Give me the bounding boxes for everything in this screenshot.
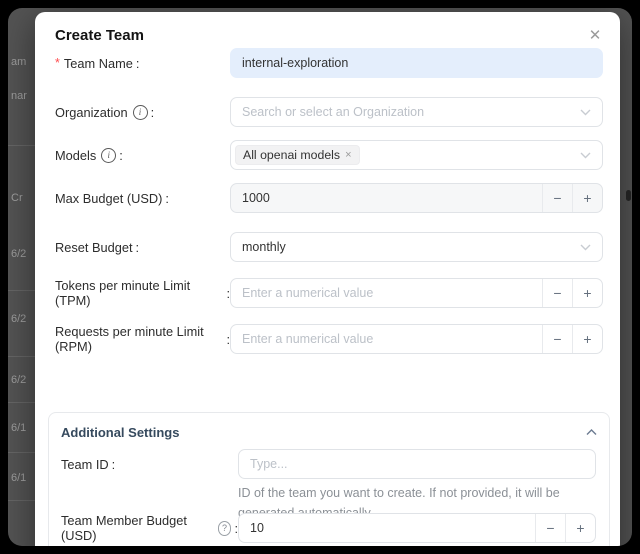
- additional-settings-title: Additional Settings: [61, 425, 586, 440]
- tpm-input[interactable]: [231, 279, 542, 307]
- screenshot-stage: am nar Cr 6/2 6/2 6/2 6/1 6/1 Create Team ✕ * T…: [0, 0, 640, 554]
- max-budget-stepper: − +: [230, 183, 603, 213]
- team-member-budget-input[interactable]: [239, 514, 535, 542]
- info-icon[interactable]: i: [101, 148, 116, 163]
- models-row: Models i : All openai models ×: [55, 140, 603, 170]
- background-text-fragment: 6/2: [11, 374, 26, 386]
- max-budget-label: Max Budget (USD) :: [55, 191, 230, 206]
- create-team-modal: Create Team ✕ * Team Name : Organization…: [35, 12, 620, 546]
- background-row-divider: [8, 452, 35, 453]
- background-text-fragment: 6/2: [11, 313, 26, 325]
- background-text-fragment: Cr: [11, 192, 23, 204]
- models-select[interactable]: All openai models ×: [230, 140, 603, 170]
- tpm-row: Tokens per minute Limit (TPM) : − +: [55, 278, 603, 308]
- team-id-row: Team ID :: [61, 449, 596, 479]
- organization-row: Organization i : Search or select an Org…: [55, 97, 603, 127]
- info-icon[interactable]: i: [133, 105, 148, 120]
- background-row-divider: [8, 402, 35, 403]
- tpm-stepper: − +: [230, 278, 603, 308]
- decrement-button[interactable]: −: [535, 514, 565, 542]
- background-scrollbar-thumb: [626, 190, 631, 201]
- models-label: Models i :: [55, 148, 230, 163]
- chevron-up-icon: [586, 429, 597, 436]
- team-name-label: * Team Name :: [55, 56, 230, 71]
- tpm-label: Tokens per minute Limit (TPM) :: [55, 278, 230, 308]
- reset-budget-select[interactable]: monthly: [230, 232, 603, 262]
- chevron-down-icon: [580, 244, 591, 251]
- team-name-row: * Team Name :: [55, 48, 603, 78]
- remove-tag-icon[interactable]: ×: [345, 149, 351, 161]
- increment-button[interactable]: +: [572, 184, 602, 212]
- organization-select[interactable]: Search or select an Organization: [230, 97, 603, 127]
- chevron-down-icon: [580, 152, 591, 159]
- rpm-stepper: − +: [230, 324, 603, 354]
- modal-title: Create Team: [55, 27, 144, 44]
- close-icon[interactable]: ✕: [584, 24, 606, 46]
- team-id-input[interactable]: [238, 449, 596, 479]
- max-budget-row: Max Budget (USD) : − +: [55, 183, 603, 213]
- rpm-label: Requests per minute Limit (RPM) :: [55, 324, 230, 354]
- team-id-label: Team ID :: [61, 457, 238, 472]
- max-budget-input[interactable]: [231, 184, 542, 212]
- reset-budget-row: Reset Budget : monthly: [55, 232, 603, 262]
- increment-button[interactable]: +: [572, 325, 602, 353]
- background-text-fragment: 6/1: [11, 422, 26, 434]
- background-text-fragment: 6/1: [11, 472, 26, 484]
- background-row-divider: [8, 290, 35, 291]
- rpm-row: Requests per minute Limit (RPM) : − +: [55, 324, 603, 354]
- background-row-divider: [8, 356, 35, 357]
- question-circle-icon[interactable]: ?: [218, 521, 232, 536]
- background-row-divider: [8, 500, 35, 501]
- chevron-down-icon: [580, 109, 591, 116]
- decrement-button[interactable]: −: [542, 184, 572, 212]
- dimmed-background-window: am nar Cr 6/2 6/2 6/2 6/1 6/1 Create Team ✕ * T…: [8, 8, 632, 546]
- background-text-fragment: 6/2: [11, 248, 26, 260]
- team-member-budget-stepper: − +: [238, 513, 596, 543]
- rpm-input[interactable]: [231, 325, 542, 353]
- increment-button[interactable]: +: [572, 279, 602, 307]
- model-tag: All openai models ×: [235, 145, 360, 165]
- required-asterisk: *: [55, 56, 60, 70]
- additional-settings-card: Additional Settings Team ID : ID of the …: [48, 412, 610, 546]
- background-row-divider: [8, 145, 35, 146]
- team-member-budget-row: Team Member Budget (USD) ? : − +: [61, 513, 596, 543]
- background-text-fragment: nar: [11, 90, 27, 102]
- reset-budget-label: Reset Budget :: [55, 240, 230, 255]
- increment-button[interactable]: +: [565, 514, 595, 542]
- background-text-fragment: am: [11, 56, 26, 68]
- decrement-button[interactable]: −: [542, 279, 572, 307]
- additional-settings-header[interactable]: Additional Settings: [61, 425, 597, 440]
- decrement-button[interactable]: −: [542, 325, 572, 353]
- organization-label: Organization i :: [55, 105, 230, 120]
- team-member-budget-label: Team Member Budget (USD) ? :: [61, 513, 238, 543]
- team-name-input[interactable]: [230, 48, 603, 78]
